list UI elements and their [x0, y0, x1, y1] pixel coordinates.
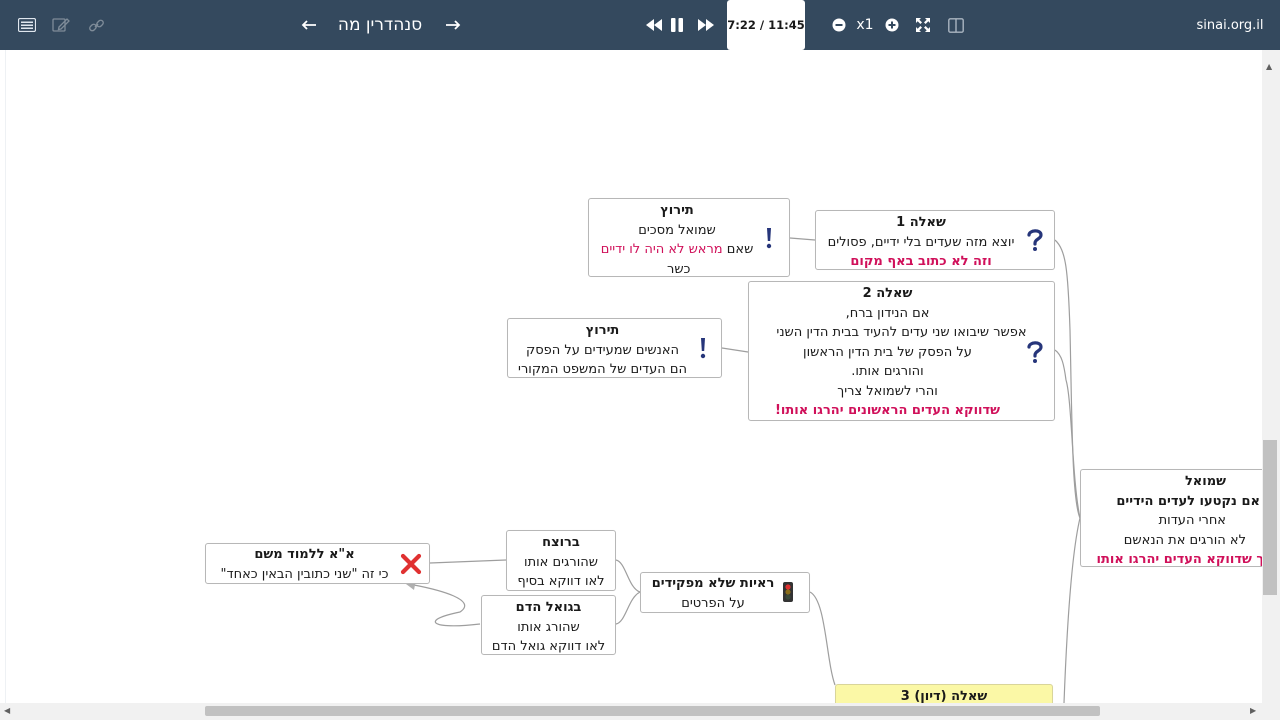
node-line: על הפרטים [681, 595, 745, 611]
node-title: א"א ללמוד משם [254, 547, 355, 562]
node-murderer[interactable]: ברוצח שהורגים אותו לאו דווקא בסיף [506, 530, 616, 591]
playback-speed[interactable]: x1 [852, 0, 878, 50]
plus-circle-icon[interactable] [883, 0, 901, 50]
node-blood-avenger[interactable]: בגואל הדם שהורג אותו לאו דווקא גואל הדם [481, 595, 616, 655]
node-line: והורגים אותו. [851, 364, 924, 379]
node-line: האנשים שמעידים על הפסק [525, 342, 680, 358]
node-line: כי זה "שני כתובין הבאין כאחד" [220, 566, 389, 582]
node-question-2[interactable]: שאלה 2 אם הנידון ברח, אפשר שיבואו שני עד… [748, 281, 1055, 421]
node-title: שאלה 2 [862, 286, 913, 301]
lesson-title: סנהדרין מה [337, 15, 423, 35]
node-line: אפשר שיבואו שני עדים להעיד בבית הדין השנ… [776, 325, 1027, 340]
minus-circle-icon[interactable] [830, 0, 848, 50]
node-refuted[interactable]: א"א ללמוד משם כי זה "שני כתובין הבאין כא… [205, 543, 430, 584]
node-question-1[interactable]: שאלה 1 יוצא מזה שעדים בלי ידיים, פסולים … [815, 210, 1055, 270]
time-display: 7:22 / 11:45 [727, 0, 805, 50]
node-line: והרי לשמואל צריך [837, 383, 938, 399]
node-line: לא הורגים את הנאשם [1123, 532, 1246, 548]
node-line: שהורגים אותו [524, 554, 598, 570]
node-line: אם הנידון ברח, [845, 305, 930, 321]
node-line: אם נקטעו לעדים הידיים [1116, 493, 1260, 509]
node-shmuel[interactable]: שמואל אם נקטעו לעדים הידיים אחרי העדות ל… [1080, 469, 1270, 567]
traffic-light-icon [782, 581, 794, 607]
node-title: ברוצח [542, 535, 580, 550]
node-line: כשר [667, 261, 691, 277]
node-line: שמואל מסכים [638, 222, 716, 238]
node-line-mixed: שאם מראש לא היה לו ידיים [595, 240, 759, 260]
horizontal-scroll-thumb[interactable] [205, 706, 1100, 716]
node-line-highlight: וזה לא כתוב באף מקום [850, 254, 992, 269]
site-link[interactable]: sinai.org.il [1190, 0, 1270, 50]
node-line-highlight: צריך שדווקא העדים יהרגו אותו [1096, 552, 1270, 567]
question-mark-icon [1026, 340, 1044, 368]
node-answer-2[interactable]: תירוץ האנשים שמעידים על הפסק הם העדים של… [507, 318, 722, 378]
player-toolbar: סנהדרין מה 7:22 / 11:45 x1 sinai.org.il [0, 0, 1280, 50]
node-line: על הפסק של בית הדין הראשון [803, 344, 972, 360]
fullscreen-icon[interactable] [912, 0, 934, 50]
node-text: שאם [722, 242, 754, 257]
node-line: יוצא מזה שעדים בלי ידיים, פסולים [827, 234, 1015, 250]
mindmap-canvas[interactable] [0, 50, 1280, 720]
split-view-icon[interactable] [946, 0, 966, 50]
canvas-frame [5, 50, 1263, 720]
pause-icon[interactable] [667, 0, 687, 50]
scroll-left-arrow-icon[interactable]: ◀ [4, 706, 10, 715]
exclamation-icon [764, 226, 774, 254]
scroll-right-arrow-icon[interactable]: ▶ [1250, 706, 1256, 715]
edit-icon[interactable] [49, 0, 73, 50]
node-title: תירוץ [660, 203, 694, 218]
menu-icon[interactable] [14, 0, 40, 50]
vertical-scroll-thumb[interactable] [1263, 440, 1277, 595]
arrow-left-icon[interactable] [298, 0, 320, 50]
node-line: הם העדים של המשפט המקורי [518, 362, 687, 377]
node-line: לאו דווקא בסיף [517, 574, 605, 589]
vertical-scrollbar[interactable] [1262, 50, 1280, 720]
exclamation-icon [698, 336, 708, 364]
node-line-highlight: שדווקא העדים הראשונים יהרגו אותו! [774, 403, 1001, 418]
node-answer-1[interactable]: תירוץ שמואל מסכים שאם מראש לא היה לו ידי… [588, 198, 790, 277]
node-text-highlight: מראש לא היה לו ידיים [600, 242, 723, 257]
node-line: שהורג אותו [517, 619, 580, 635]
node-title: שמואל [1184, 474, 1226, 489]
arrow-right-icon[interactable] [442, 0, 464, 50]
close-x-icon [400, 553, 422, 579]
fast-forward-icon[interactable] [695, 0, 717, 50]
node-title: שאלה 1 [896, 215, 946, 230]
question-mark-icon [1026, 228, 1044, 256]
link-icon[interactable] [84, 0, 108, 50]
scroll-up-arrow-icon[interactable]: ▲ [1266, 62, 1272, 71]
node-title: בגואל הדם [515, 600, 582, 615]
node-title: ראיות שלא מפקידים [651, 576, 775, 591]
node-line: לאו דווקא גואל הדם [491, 639, 606, 654]
rewind-icon[interactable] [643, 0, 665, 50]
node-title: תירוץ [585, 323, 620, 338]
node-line: אחרי העדות [1158, 513, 1226, 528]
